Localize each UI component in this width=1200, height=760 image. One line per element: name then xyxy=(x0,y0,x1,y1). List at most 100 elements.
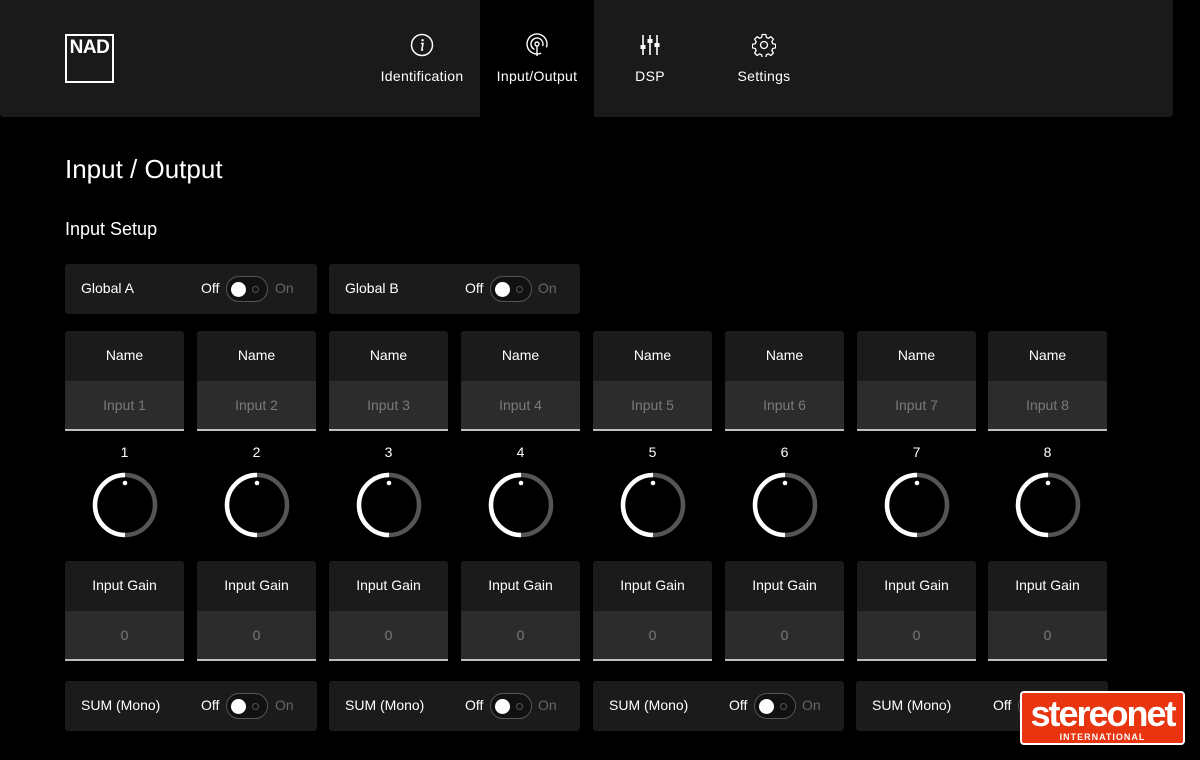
tab-identification[interactable]: Identification xyxy=(365,0,479,117)
info-icon xyxy=(410,33,434,57)
name-card: Name Input 5 xyxy=(593,331,712,431)
gain-card: Input Gain 0 xyxy=(988,561,1107,661)
name-label: Name xyxy=(65,331,184,381)
page-title: Input / Output xyxy=(65,154,223,184)
name-input[interactable]: Input 6 xyxy=(725,381,844,431)
name-input[interactable]: Input 7 xyxy=(857,381,976,431)
name-card: Name Input 1 xyxy=(65,331,184,431)
name-input[interactable]: Input 5 xyxy=(593,381,712,431)
name-label: Name xyxy=(329,331,448,381)
gain-card: Input Gain 0 xyxy=(725,561,844,661)
gain-input[interactable]: 0 xyxy=(65,611,184,661)
name-input[interactable]: Input 8 xyxy=(988,381,1107,431)
sum-mono-label: SUM (Mono) xyxy=(345,697,425,713)
off-label: Off xyxy=(465,697,484,713)
off-label: Off xyxy=(729,697,748,713)
toggle-dot xyxy=(516,286,523,293)
global-b-toggle[interactable] xyxy=(490,276,532,302)
tab-label: Identification xyxy=(380,68,464,84)
name-input[interactable]: Input 4 xyxy=(461,381,580,431)
gain-input[interactable]: 0 xyxy=(197,611,316,661)
gear-icon xyxy=(752,33,776,57)
tab-settings[interactable]: Settings xyxy=(707,0,821,117)
gain-input[interactable]: 0 xyxy=(725,611,844,661)
global-b-label: Global B xyxy=(345,280,399,296)
global-a-row: Global A Off On xyxy=(65,264,317,314)
off-label: Off xyxy=(465,280,484,296)
sliders-icon xyxy=(640,35,660,55)
tab-dsp[interactable]: DSP xyxy=(593,0,707,117)
sum-mono-toggle[interactable] xyxy=(490,693,532,719)
stereonet-watermark: stereonet INTERNATIONAL xyxy=(1020,691,1185,745)
gain-knob[interactable] xyxy=(1015,472,1081,538)
channel-number: 3 xyxy=(384,444,393,460)
toggle-knob xyxy=(759,699,774,714)
gain-input[interactable]: 0 xyxy=(857,611,976,661)
gain-input[interactable]: 0 xyxy=(461,611,580,661)
gain-card: Input Gain 0 xyxy=(329,561,448,661)
sum-mono-row: SUM (Mono) Off On xyxy=(65,681,317,731)
name-card: Name Input 4 xyxy=(461,331,580,431)
global-a-label: Global A xyxy=(81,280,134,296)
gain-knob[interactable] xyxy=(224,472,290,538)
channel-number: 8 xyxy=(1043,444,1052,460)
on-label: On xyxy=(538,697,557,713)
name-label: Name xyxy=(593,331,712,381)
toggle-dot xyxy=(252,286,259,293)
name-card: Name Input 2 xyxy=(197,331,316,431)
toggle-knob xyxy=(231,699,246,714)
gain-label: Input Gain xyxy=(65,561,184,611)
gain-label: Input Gain xyxy=(857,561,976,611)
sum-mono-toggle[interactable] xyxy=(754,693,796,719)
name-card: Name Input 6 xyxy=(725,331,844,431)
gain-knob[interactable] xyxy=(92,472,158,538)
gain-knob[interactable] xyxy=(884,472,950,538)
name-label: Name xyxy=(461,331,580,381)
toggle-dot xyxy=(252,703,259,710)
off-label: Off xyxy=(201,697,220,713)
gain-card: Input Gain 0 xyxy=(65,561,184,661)
watermark-sub-text: INTERNATIONAL xyxy=(1059,732,1146,742)
gain-label: Input Gain xyxy=(725,561,844,611)
gain-knob[interactable] xyxy=(356,472,422,538)
gain-input[interactable]: 0 xyxy=(988,611,1107,661)
toggle-knob xyxy=(495,282,510,297)
off-label: Off xyxy=(201,280,220,296)
channel-number: 1 xyxy=(120,444,129,460)
name-card: Name Input 7 xyxy=(857,331,976,431)
sum-mono-row: SUM (Mono) Off On xyxy=(593,681,844,731)
gain-input[interactable]: 0 xyxy=(593,611,712,661)
off-label: Off xyxy=(993,697,1012,713)
name-label: Name xyxy=(197,331,316,381)
gain-card: Input Gain 0 xyxy=(593,561,712,661)
gain-card: Input Gain 0 xyxy=(461,561,580,661)
tab-label: Settings xyxy=(737,68,791,84)
name-input[interactable]: Input 3 xyxy=(329,381,448,431)
gain-card: Input Gain 0 xyxy=(857,561,976,661)
name-label: Name xyxy=(725,331,844,381)
tab-label: Input/Output xyxy=(496,68,578,84)
gain-knob[interactable] xyxy=(752,472,818,538)
name-card: Name Input 8 xyxy=(988,331,1107,431)
on-label: On xyxy=(275,697,294,713)
toggle-dot xyxy=(516,703,523,710)
on-label: On xyxy=(275,280,294,296)
gain-card: Input Gain 0 xyxy=(197,561,316,661)
nad-logo: NAD xyxy=(65,34,114,83)
gain-label: Input Gain xyxy=(197,561,316,611)
name-card: Name Input 3 xyxy=(329,331,448,431)
channel-number: 4 xyxy=(516,444,525,460)
name-input[interactable]: Input 2 xyxy=(197,381,316,431)
gain-label: Input Gain xyxy=(988,561,1107,611)
gain-input[interactable]: 0 xyxy=(329,611,448,661)
gain-knob[interactable] xyxy=(488,472,554,538)
name-label: Name xyxy=(988,331,1107,381)
tab-input-output[interactable]: Input/Output xyxy=(480,0,594,117)
sum-mono-toggle[interactable] xyxy=(226,693,268,719)
channel-number: 6 xyxy=(780,444,789,460)
gain-knob[interactable] xyxy=(620,472,686,538)
watermark-main-text: stereonet xyxy=(1030,693,1176,734)
name-input[interactable]: Input 1 xyxy=(65,381,184,431)
toggle-knob xyxy=(231,282,246,297)
global-a-toggle[interactable] xyxy=(226,276,268,302)
